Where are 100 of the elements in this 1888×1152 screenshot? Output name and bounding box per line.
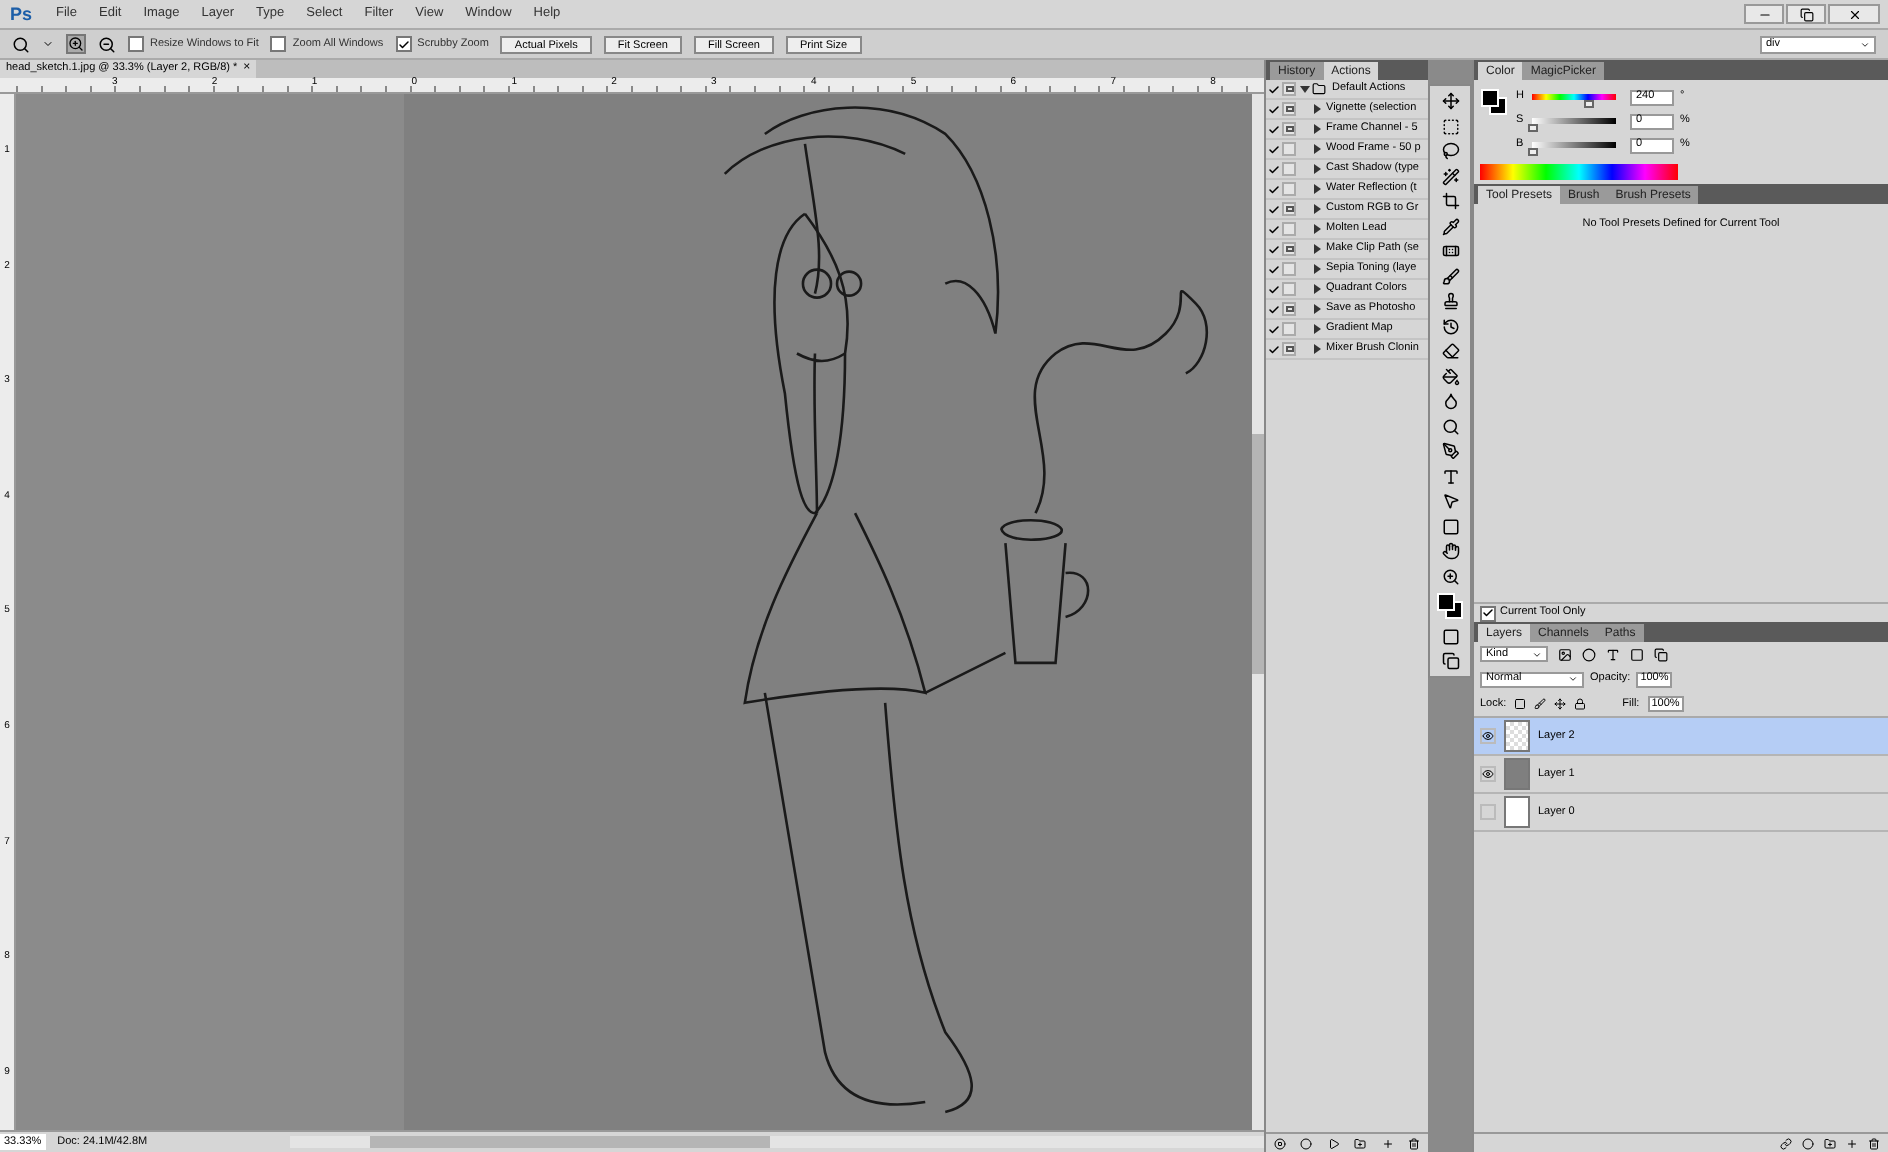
delete-icon[interactable] xyxy=(1408,1137,1421,1149)
dialog-toggle[interactable] xyxy=(1282,202,1296,216)
dialog-toggle[interactable] xyxy=(1282,82,1296,96)
toggle-check-icon[interactable] xyxy=(1268,343,1280,355)
checkbox[interactable] xyxy=(128,36,144,52)
dialog-toggle[interactable] xyxy=(1282,162,1296,176)
marquee-icon[interactable] xyxy=(1441,117,1459,135)
record-icon[interactable] xyxy=(1300,1137,1313,1149)
dialog-toggle[interactable] xyxy=(1282,302,1296,316)
expand-triangle-icon[interactable] xyxy=(1312,144,1322,154)
slider-thumb[interactable] xyxy=(1527,148,1537,156)
eraser-icon[interactable] xyxy=(1441,342,1459,360)
zoom-in-button[interactable] xyxy=(66,34,86,54)
lasso-icon[interactable] xyxy=(1441,142,1459,160)
expand-triangle-icon[interactable] xyxy=(1312,264,1322,274)
history-icon[interactable] xyxy=(1441,317,1459,335)
expand-triangle-icon[interactable] xyxy=(1312,244,1322,254)
expand-triangle-icon[interactable] xyxy=(1312,344,1322,354)
toggle-check-icon[interactable] xyxy=(1268,263,1280,275)
slider-thumb[interactable] xyxy=(1527,124,1537,132)
dialog-toggle[interactable] xyxy=(1282,182,1296,196)
dialog-toggle[interactable] xyxy=(1282,262,1296,276)
vertical-scrollbar[interactable] xyxy=(1252,94,1264,1130)
visibility-toggle[interactable] xyxy=(1480,766,1496,782)
bucket-icon[interactable] xyxy=(1441,367,1459,385)
toggle-check-icon[interactable] xyxy=(1268,183,1280,195)
brush-icon[interactable] xyxy=(1534,698,1547,710)
crop-icon[interactable] xyxy=(1441,192,1459,210)
caret-icon[interactable] xyxy=(42,38,54,50)
new-set-icon[interactable] xyxy=(1354,1137,1367,1149)
restore-button[interactable] xyxy=(1786,4,1826,24)
dialog-toggle[interactable] xyxy=(1282,242,1296,256)
toggle-check-icon[interactable] xyxy=(1268,223,1280,235)
toggle-check-icon[interactable] xyxy=(1268,103,1280,115)
zoom-out-icon[interactable] xyxy=(98,35,116,53)
adjustment-filter-icon[interactable] xyxy=(1582,647,1596,661)
horizontal-scrollbar[interactable] xyxy=(289,1136,1264,1148)
dialog-toggle[interactable] xyxy=(1282,102,1296,116)
dialog-toggle[interactable] xyxy=(1282,342,1296,356)
checkbox[interactable] xyxy=(270,36,287,52)
slider-thumb[interactable] xyxy=(1583,100,1593,108)
visibility-toggle[interactable] xyxy=(1480,728,1496,744)
toggle-check-icon[interactable] xyxy=(1268,283,1280,295)
adjustment-icon[interactable] xyxy=(1802,1137,1814,1149)
dialog-toggle[interactable] xyxy=(1282,222,1296,236)
move-icon[interactable] xyxy=(1441,92,1459,110)
new-action-icon[interactable] xyxy=(1381,1137,1394,1149)
wand-icon[interactable] xyxy=(1441,167,1459,185)
toggle-check-icon[interactable] xyxy=(1268,203,1280,215)
type-filter-icon[interactable] xyxy=(1606,647,1620,661)
toggle-check-icon[interactable] xyxy=(1268,303,1280,315)
color-spectrum-bar[interactable] xyxy=(1480,164,1678,180)
image-filter-icon[interactable] xyxy=(1558,647,1572,661)
visibility-toggle[interactable] xyxy=(1480,804,1496,820)
zoom-icon[interactable] xyxy=(1441,567,1459,585)
lock-pixels-icon[interactable] xyxy=(1514,698,1527,710)
expand-triangle-icon[interactable] xyxy=(1312,184,1322,194)
toggle-check-icon[interactable] xyxy=(1268,83,1280,95)
pointer-icon[interactable] xyxy=(1441,492,1459,510)
droplet-icon[interactable] xyxy=(1441,392,1459,410)
type-icon[interactable] xyxy=(1441,467,1459,485)
bandage-icon[interactable] xyxy=(1441,242,1459,260)
toggle-check-icon[interactable] xyxy=(1268,163,1280,175)
play-icon[interactable] xyxy=(1327,1137,1340,1149)
checkbox[interactable] xyxy=(395,36,412,52)
expand-triangle-icon[interactable] xyxy=(1312,104,1322,114)
toggle-check-icon[interactable] xyxy=(1268,243,1280,255)
color-swatches-icon[interactable] xyxy=(1436,592,1464,620)
quick-mask-icon[interactable] xyxy=(1441,627,1459,645)
checkbox[interactable] xyxy=(1480,605,1496,621)
toggle-check-icon[interactable] xyxy=(1268,123,1280,135)
stop-icon[interactable] xyxy=(1273,1137,1286,1149)
toggle-check-icon[interactable] xyxy=(1268,323,1280,335)
dialog-toggle[interactable] xyxy=(1282,322,1296,336)
hand-icon[interactable] xyxy=(1441,542,1459,560)
expand-triangle-icon[interactable] xyxy=(1312,164,1322,174)
zoom-tool-icon[interactable] xyxy=(12,35,30,53)
smart-object-filter-icon[interactable] xyxy=(1654,647,1668,661)
dialog-toggle[interactable] xyxy=(1282,282,1296,296)
pen-icon[interactable] xyxy=(1441,442,1459,460)
shape-filter-icon[interactable] xyxy=(1630,647,1644,661)
expand-triangle-icon[interactable] xyxy=(1312,124,1322,134)
dialog-toggle[interactable] xyxy=(1282,122,1296,136)
move-icon[interactable] xyxy=(1554,698,1567,710)
brush-icon[interactable] xyxy=(1441,267,1459,285)
screen-mode-icon[interactable] xyxy=(1441,652,1459,670)
expand-triangle-icon[interactable] xyxy=(1312,304,1322,314)
new-group-icon[interactable] xyxy=(1824,1137,1836,1149)
expand-triangle-icon[interactable] xyxy=(1312,224,1322,234)
dialog-toggle[interactable] xyxy=(1282,142,1296,156)
expand-triangle-icon[interactable] xyxy=(1312,324,1322,334)
expand-triangle-icon[interactable] xyxy=(1312,204,1322,214)
stamp-icon[interactable] xyxy=(1441,292,1459,310)
search-icon[interactable] xyxy=(1441,417,1459,435)
eyedropper-icon[interactable] xyxy=(1441,217,1459,235)
rectangle-icon[interactable] xyxy=(1441,517,1459,535)
expand-triangle-icon[interactable] xyxy=(1312,284,1322,294)
toggle-check-icon[interactable] xyxy=(1268,143,1280,155)
link-icon[interactable] xyxy=(1780,1137,1792,1149)
color-swatches-icon[interactable] xyxy=(1480,88,1508,116)
